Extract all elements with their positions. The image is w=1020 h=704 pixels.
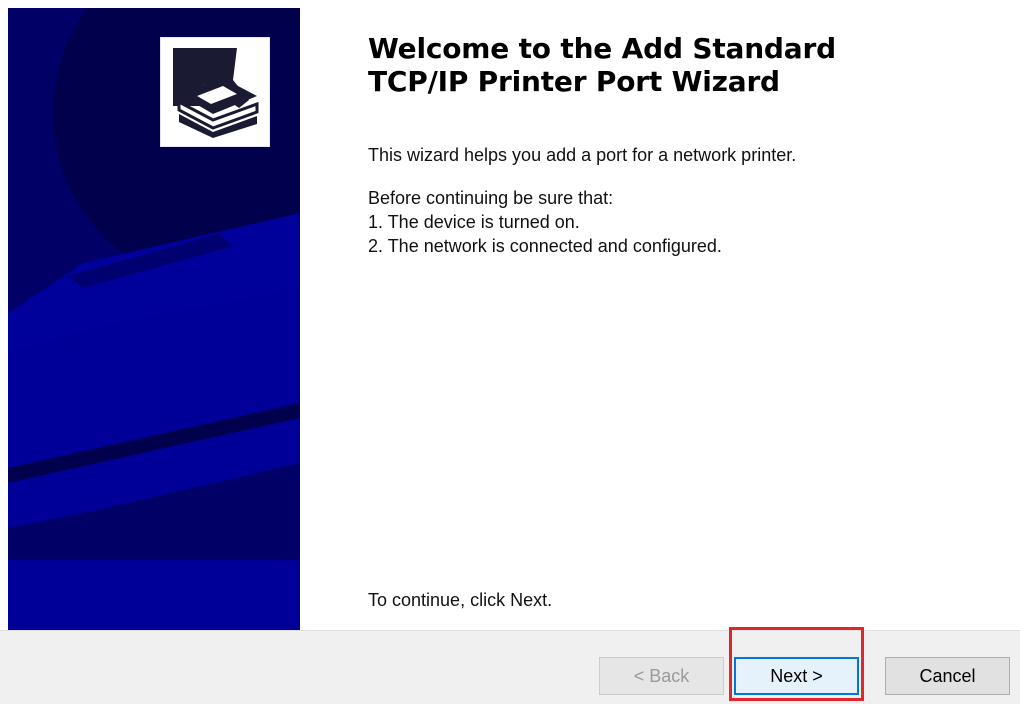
wizard-title-line1: Welcome to the Add Standard <box>368 32 836 65</box>
next-button[interactable]: Next > <box>734 657 859 695</box>
continue-instruction: To continue, click Next. <box>368 590 553 610</box>
wizard-content: Welcome to the Add Standard TCP/IP Print… <box>368 32 988 258</box>
add-printer-port-wizard: Welcome to the Add Standard TCP/IP Print… <box>0 0 1020 704</box>
wizard-banner <box>8 8 300 630</box>
wizard-title-line2: TCP/IP Printer Port Wizard <box>368 65 780 98</box>
prerequisites-heading: Before continuing be sure that: <box>368 188 614 208</box>
wizard-button-bar: < Back Next > Cancel <box>0 627 1020 704</box>
prerequisites: Before continuing be sure that: 1. The d… <box>368 186 988 258</box>
back-button[interactable]: < Back <box>599 657 724 695</box>
prerequisite-item: 1. The device is turned on. <box>368 212 580 232</box>
wizard-title: Welcome to the Add Standard TCP/IP Print… <box>368 32 988 98</box>
wizard-logo <box>160 37 270 147</box>
printer-wizard-icon <box>167 44 263 140</box>
wizard-intro-text: This wizard helps you add a port for a n… <box>368 145 797 165</box>
prerequisites-list: 1. The device is turned on. 2. The netwo… <box>368 210 988 258</box>
cancel-button[interactable]: Cancel <box>885 657 1010 695</box>
prerequisite-item: 2. The network is connected and configur… <box>368 236 722 256</box>
